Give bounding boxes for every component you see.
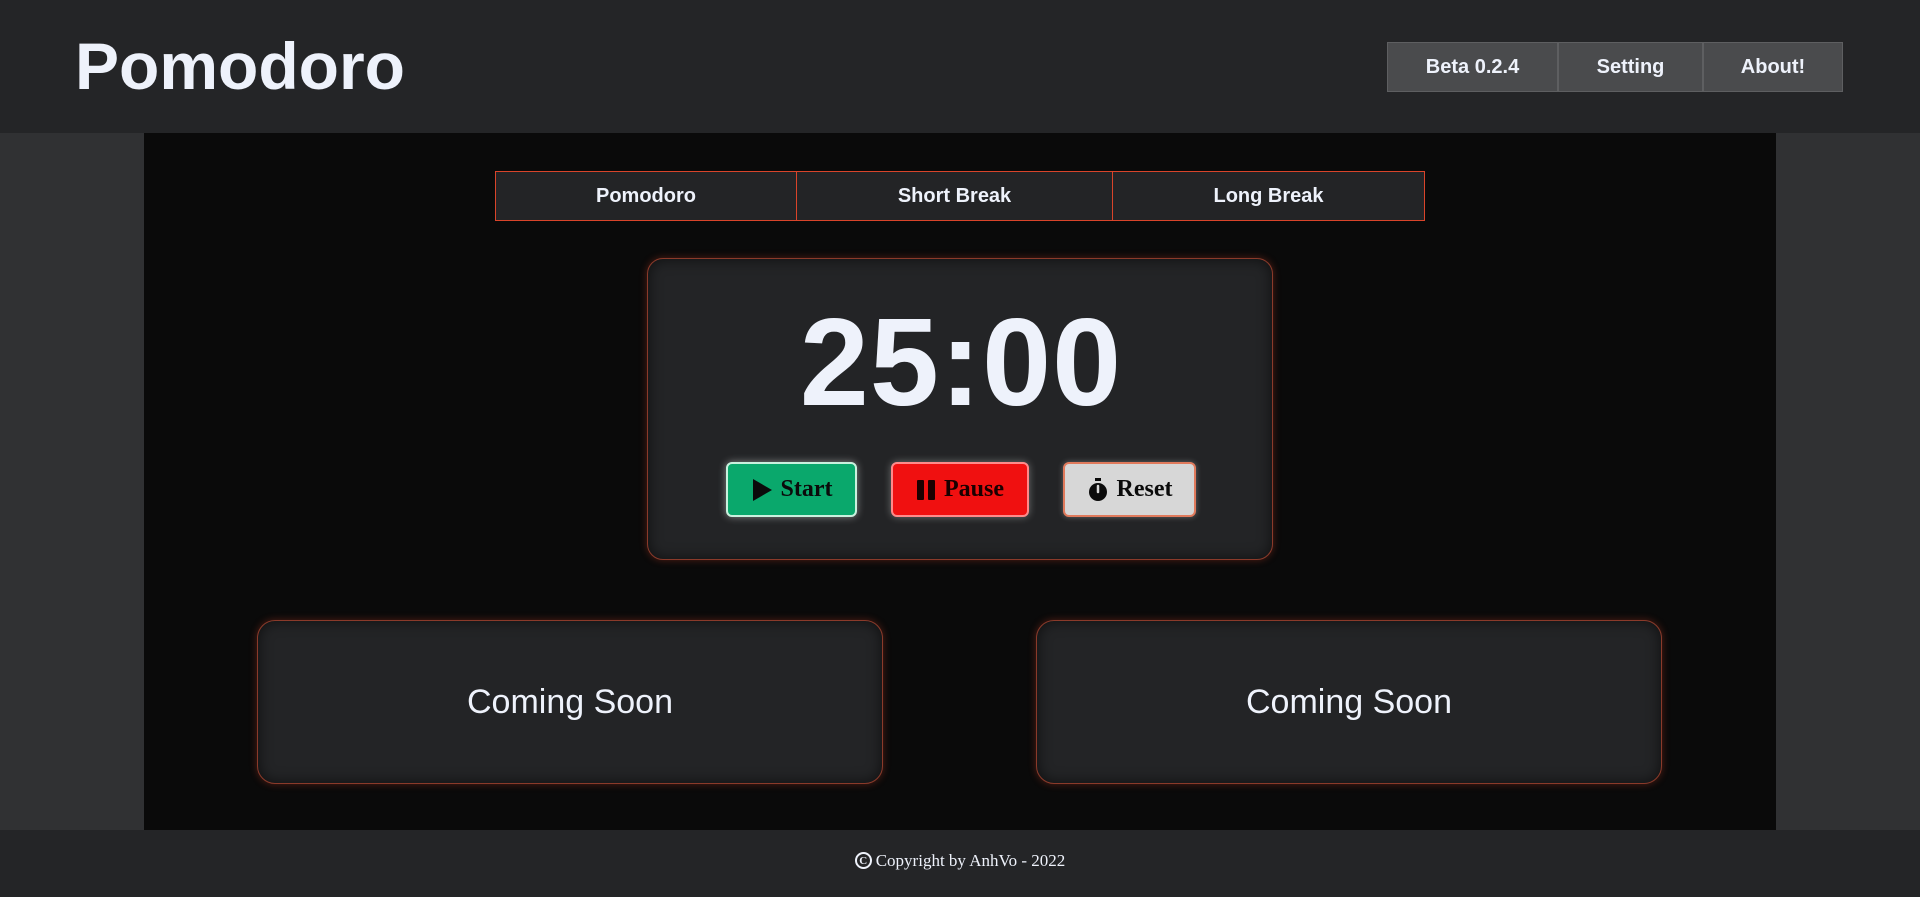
app-logo: Pomodoro [75, 29, 405, 103]
setting-button[interactable]: Setting [1558, 42, 1703, 92]
reset-label: Reset [1116, 476, 1173, 502]
copyright-text: Copyright by AnhVo - 2022 [875, 850, 1066, 870]
start-button[interactable]: Start [726, 462, 857, 517]
pause-button[interactable]: Pause [891, 462, 1029, 517]
timer-display: 25:00 [799, 294, 1123, 432]
mode-tabs: Pomodoro Short Break Long Break [495, 171, 1425, 221]
tab-short-break[interactable]: Short Break [797, 171, 1113, 221]
page-footer: C Copyright by AnhVo - 2022 [0, 830, 1920, 897]
reset-button[interactable]: Reset [1063, 462, 1196, 517]
coming-soon-text: Coming Soon [1245, 682, 1452, 721]
about-button[interactable]: About! [1703, 42, 1843, 92]
main-content: Pomodoro Short Break Long Break 25:00 St… [144, 133, 1776, 830]
top-nav: Beta 0.2.4 Setting About! [1387, 42, 1843, 92]
pause-label: Pause [944, 476, 1004, 502]
version-button[interactable]: Beta 0.2.4 [1387, 42, 1558, 92]
app-header: Pomodoro Beta 0.2.4 Setting About! [0, 0, 1920, 133]
start-label: Start [780, 476, 833, 502]
timer-card: 25:00 Start Pause Reset [647, 258, 1273, 560]
coming-soon-text: Coming Soon [466, 682, 673, 721]
tab-pomodoro[interactable]: Pomodoro [495, 171, 797, 221]
pause-icon [916, 479, 936, 501]
coming-soon-card-left: Coming Soon [257, 620, 883, 784]
stopwatch-icon [1087, 477, 1109, 502]
play-icon [751, 478, 773, 502]
coming-soon-card-right: Coming Soon [1036, 620, 1662, 784]
tab-long-break[interactable]: Long Break [1113, 171, 1425, 221]
copyright-icon: C [854, 852, 872, 869]
